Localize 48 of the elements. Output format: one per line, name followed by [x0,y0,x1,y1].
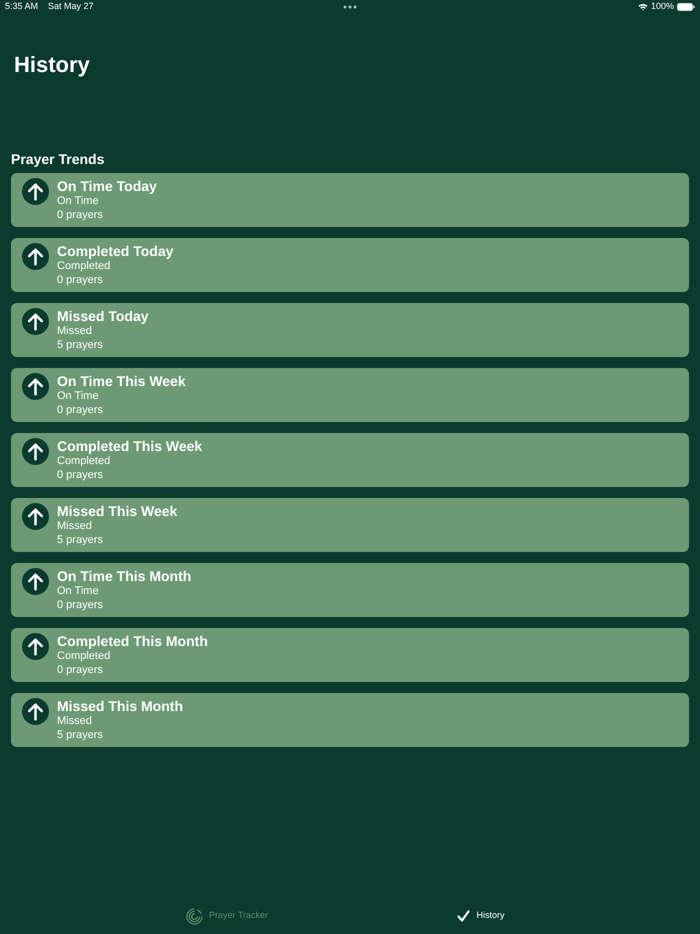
trend-card[interactable]: Completed Today Completed 0 prayers [11,238,689,292]
trend-title: Completed Today [57,243,174,259]
trend-title: Missed This Month [57,698,183,714]
trend-title: On Time This Month [57,568,192,584]
wifi-icon [638,3,648,11]
trend-status: On Time [57,389,100,403]
trend-status: Completed [57,454,112,468]
trend-card[interactable]: On Time This Week On Time 0 prayers [11,368,689,422]
tab-item[interactable]: History [354,900,608,932]
trend-count: 0 prayers [57,273,104,287]
trend-card[interactable]: Missed This Month Missed 5 prayers [11,693,689,747]
trend-card[interactable]: On Time Today On Time 0 prayers [11,173,689,227]
trend-status: Missed [57,324,93,338]
checkmark-icon [457,910,470,922]
status-time: 5:35 AM [5,0,38,14]
battery-percent: 100% [650,0,674,14]
trend-card[interactable]: On Time This Month On Time 0 prayers [11,563,689,617]
battery-icon [677,3,695,11]
trend-count: 5 prayers [57,728,104,742]
trend-status: On Time [57,584,100,598]
trend-status: Completed [57,259,112,273]
rings-icon [186,908,203,924]
trend-card[interactable]: Completed This Week Completed 0 prayers [11,433,689,487]
trend-card[interactable]: Missed This Week Missed 5 prayers [11,498,689,552]
trend-status: Missed [57,519,93,533]
trend-status: Completed [57,649,112,663]
trend-card[interactable]: Completed This Month Completed 0 prayers [11,628,689,682]
trend-count: 0 prayers [57,208,104,222]
trend-status: On Time [57,194,100,208]
status-date: Sat May 27 [48,0,94,14]
tab-item[interactable]: Prayer Tracker [100,900,354,932]
trend-count: 0 prayers [57,663,104,677]
trend-card[interactable]: Missed Today Missed 5 prayers [11,303,689,357]
trend-title: On Time This Week [57,373,186,389]
more-dots-icon [343,5,357,9]
page-title: History [14,51,90,79]
trend-status: Missed [57,714,93,728]
trend-count: 0 prayers [57,598,104,612]
trend-title: Completed This Week [57,438,202,454]
section-title: Prayer Trends [11,150,104,168]
trend-count: 5 prayers [57,533,104,547]
trend-title: On Time Today [57,178,157,194]
trend-count: 0 prayers [57,403,104,417]
trend-count: 0 prayers [57,468,104,482]
trend-title: Missed Today [57,308,149,324]
trend-title: Missed This Week [57,503,178,519]
trend-title: Completed This Month [57,633,208,649]
trend-count: 5 prayers [57,338,104,352]
